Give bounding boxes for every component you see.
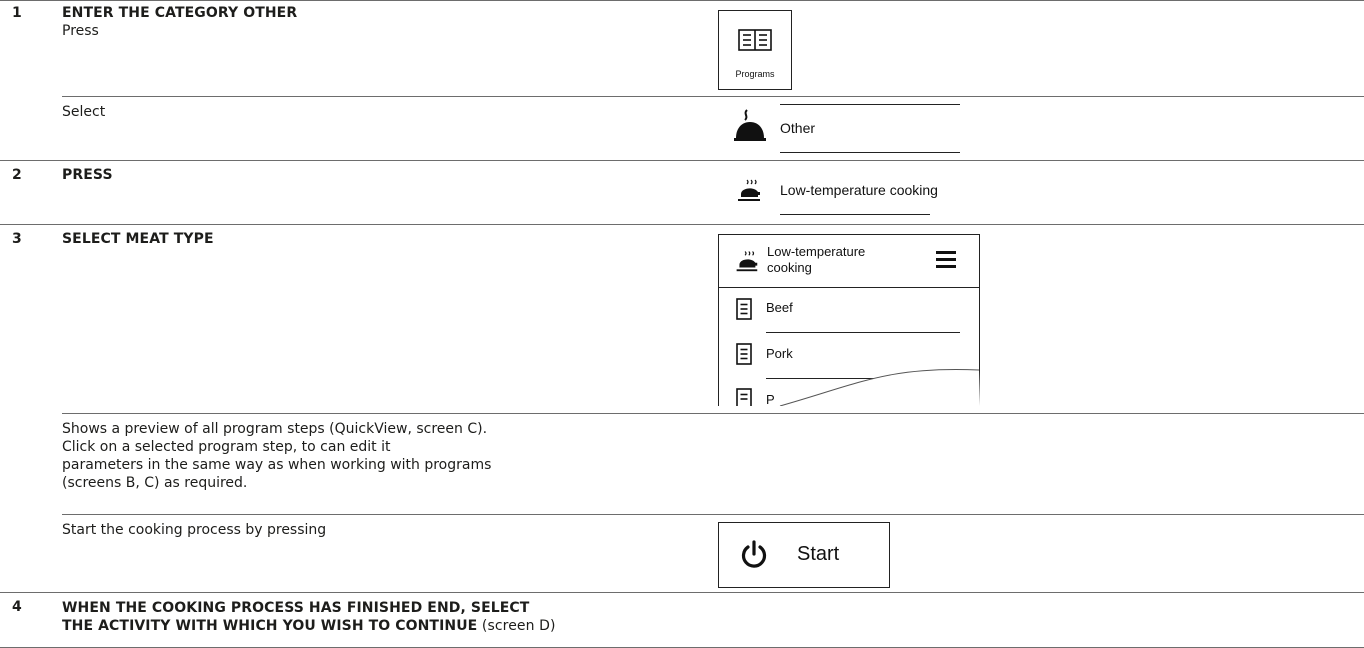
divider xyxy=(780,214,930,215)
torn-edge xyxy=(779,368,980,406)
heading-line: THE ACTIVITY WITH WHICH YOU WISH TO CONT… xyxy=(62,617,556,635)
step-heading: WHEN THE COOKING PROCESS HAS FINISHED EN… xyxy=(62,599,556,635)
meat-type-panel: Low-temperature cooking Beef Pork P xyxy=(718,234,980,406)
step-number: 2 xyxy=(12,167,22,183)
divider xyxy=(62,96,1364,97)
step-number: 3 xyxy=(12,231,22,247)
low-temperature-icon xyxy=(733,175,760,201)
divider xyxy=(0,224,1364,225)
heading-line: WHEN THE COOKING PROCESS HAS FINISHED EN… xyxy=(62,600,530,616)
programs-button-label: Programs xyxy=(735,69,775,79)
instruction-text: Start the cooking process by pressing xyxy=(62,522,327,538)
divider xyxy=(0,592,1364,593)
screen-reference: (screen D) xyxy=(477,618,556,634)
divider xyxy=(62,514,1364,515)
start-button[interactable]: Start xyxy=(718,522,890,588)
instruction-text: Select xyxy=(62,104,106,120)
preview-text: Shows a preview of all program steps (Qu… xyxy=(62,420,491,492)
power-icon xyxy=(741,540,767,568)
text-line: (screens B, C) as required. xyxy=(62,475,248,491)
divider xyxy=(0,0,1364,1)
other-item-label: Other xyxy=(780,120,816,136)
text-line: parameters in the same way as when worki… xyxy=(62,457,492,473)
programs-button[interactable]: Programs xyxy=(718,10,792,90)
step-heading: SELECT MEAT TYPE xyxy=(62,231,214,247)
start-button-label: Start xyxy=(797,543,840,565)
divider xyxy=(62,413,1364,414)
low-temperature-item-label: Low-temperature cooking xyxy=(780,182,938,198)
book-icon xyxy=(738,29,772,51)
step-number: 1 xyxy=(12,5,22,21)
heading-line-text: THE ACTIVITY WITH WHICH YOU WISH TO CONT… xyxy=(62,618,478,634)
text-line: Shows a preview of all program steps (Qu… xyxy=(62,421,488,437)
instruction-text: Press xyxy=(62,23,99,39)
low-temperature-menu-item[interactable]: Low-temperature cooking xyxy=(718,166,980,216)
step-number: 4 xyxy=(12,599,22,615)
step-heading: ENTER THE CATEGORY OTHER xyxy=(62,5,298,21)
divider xyxy=(780,104,960,105)
cloche-icon xyxy=(734,109,766,141)
text-line: Click on a selected program step, to can… xyxy=(62,439,391,455)
divider xyxy=(780,152,960,153)
other-menu-item[interactable]: Other xyxy=(718,102,980,154)
step-heading: PRESS xyxy=(62,167,113,183)
divider xyxy=(0,160,1364,161)
